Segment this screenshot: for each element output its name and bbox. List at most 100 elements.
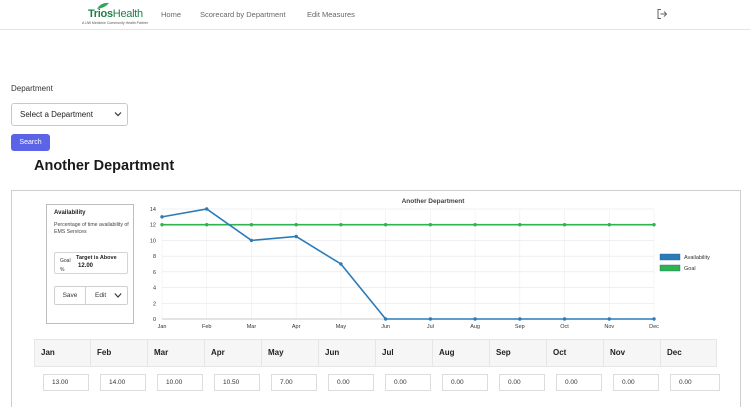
chart-x-ticks: Jan Feb Mar Apr May Jun Jul Aug Sep Oct Nov Dec xyxy=(158,324,660,330)
y-tick-label: 2 xyxy=(153,301,156,307)
measure-card: Availability Percentage of time availabi… xyxy=(46,204,134,324)
month-value-input-aug[interactable]: 0.00 xyxy=(442,374,488,391)
data-point-goal xyxy=(205,223,209,227)
month-header-may: May xyxy=(262,339,319,367)
department-select[interactable]: Select a Department xyxy=(11,103,128,126)
month-value-input-jul[interactable]: 0.00 xyxy=(385,374,431,391)
month-value-input-dec[interactable]: 0.00 xyxy=(670,374,720,391)
department-title: Another Department xyxy=(34,158,175,174)
y-tick-label: 6 xyxy=(153,270,156,276)
data-point-goal xyxy=(473,223,477,227)
month-header-jul: Jul xyxy=(376,339,433,367)
data-point-availability xyxy=(294,234,298,239)
measure-description: Percentage of time availability of EMS S… xyxy=(54,222,129,235)
data-point-goal xyxy=(652,223,656,227)
legend-swatch-goal xyxy=(659,264,681,272)
month-header-feb: Feb xyxy=(91,339,148,367)
x-tick-label: Mar xyxy=(247,324,257,330)
data-point-goal xyxy=(249,223,254,227)
month-value-input-apr[interactable]: 10.50 xyxy=(214,374,260,391)
measure-title: Availability xyxy=(54,210,86,216)
month-header-aug: Aug xyxy=(433,339,490,367)
x-tick-label: Oct xyxy=(560,324,569,330)
month-value-input-jan[interactable]: 13.00 xyxy=(43,374,89,391)
data-point-availability xyxy=(562,317,567,321)
trios-health-logo[interactable]: TriosHealth A UW Medicine Community Heal… xyxy=(82,2,152,28)
measure-actions: Save Edit xyxy=(54,286,128,305)
data-point-goal xyxy=(428,223,433,227)
chart-title: Another Department xyxy=(402,198,466,205)
y-tick-label: 10 xyxy=(150,238,156,244)
x-tick-label: Apr xyxy=(292,324,301,330)
logo-health: Health xyxy=(112,8,143,20)
data-point-goal xyxy=(339,223,343,227)
data-point-goal xyxy=(607,223,611,227)
month-header-apr: Apr xyxy=(205,339,262,367)
month-value-input-may[interactable]: 7.00 xyxy=(271,374,317,391)
goal-target: Target is Above xyxy=(76,255,117,261)
edit-label: Edit xyxy=(95,292,107,299)
month-header-jun: Jun xyxy=(319,339,376,367)
availability-line-chart: Another Department 0 2 4 6 8 10 12 14 Jan Feb Mar… xyxy=(150,198,710,330)
department-select-value: Select a Department xyxy=(20,110,93,119)
save-button[interactable]: Save xyxy=(55,287,86,304)
nav-home[interactable]: Home xyxy=(161,10,181,19)
data-point-availability xyxy=(383,317,388,321)
logout-icon[interactable] xyxy=(656,8,668,20)
y-tick-label: 14 xyxy=(150,207,156,213)
x-tick-label: Dec xyxy=(649,324,659,330)
x-tick-label: Jun xyxy=(381,324,390,330)
x-tick-label: Sep xyxy=(515,324,525,330)
y-tick-label: 8 xyxy=(153,254,156,260)
month-value-input-sep[interactable]: 0.00 xyxy=(499,374,545,391)
legend-label-availability: Availability xyxy=(684,255,710,261)
month-header-nov: Nov xyxy=(604,339,661,367)
month-header-mar: Mar xyxy=(148,339,205,367)
y-tick-label: 12 xyxy=(150,223,156,229)
month-value-input-mar[interactable]: 10.00 xyxy=(157,374,203,391)
data-point-availability xyxy=(518,317,522,321)
y-tick-label: 0 xyxy=(153,317,156,323)
nav-edit-measures[interactable]: Edit Measures xyxy=(307,10,355,19)
data-point-goal xyxy=(562,223,567,227)
month-header-oct: Oct xyxy=(547,339,604,367)
data-point-availability xyxy=(652,317,656,321)
x-tick-label: Nov xyxy=(604,324,614,330)
data-point-availability xyxy=(249,238,254,243)
data-point-availability xyxy=(473,317,477,321)
month-header-jan: Jan xyxy=(34,339,91,367)
chevron-down-icon xyxy=(114,112,122,117)
chart-series xyxy=(160,207,656,321)
goal-box: Goal % Target is Above 12.00 xyxy=(54,252,128,274)
navbar: TriosHealth A UW Medicine Community Heal… xyxy=(0,0,750,30)
x-tick-label: Jan xyxy=(158,324,167,330)
goal-label: Goal % xyxy=(60,258,71,273)
chart-legend: Availability Goal xyxy=(659,253,710,272)
data-point-goal xyxy=(518,223,522,227)
x-tick-label: May xyxy=(336,324,347,330)
edit-dropdown-button[interactable]: Edit xyxy=(86,287,127,304)
logo-tagline: A UW Medicine Community Health Partner xyxy=(82,21,149,25)
x-tick-label: Feb xyxy=(202,324,211,330)
data-point-availability xyxy=(607,317,611,321)
month-header-sep: Sep xyxy=(490,339,547,367)
chart-y-ticks: 0 2 4 6 8 10 12 14 xyxy=(150,207,156,323)
legend-label-goal: Goal xyxy=(684,266,696,272)
data-point-goal xyxy=(294,223,298,227)
legend-swatch-availability xyxy=(659,253,681,261)
y-tick-label: 4 xyxy=(153,286,156,292)
month-value-input-oct[interactable]: 0.00 xyxy=(556,374,602,391)
month-value-input-jun[interactable]: 0.00 xyxy=(328,374,374,391)
data-point-goal xyxy=(383,223,388,227)
data-point-availability xyxy=(160,215,164,219)
nav-scorecard-by-department[interactable]: Scorecard by Department xyxy=(200,10,285,19)
logo-text: TriosHealth xyxy=(88,8,143,20)
chevron-down-icon xyxy=(114,293,122,298)
month-value-input-nov[interactable]: 0.00 xyxy=(613,374,659,391)
x-tick-label: Jul xyxy=(427,324,434,330)
month-value-input-feb[interactable]: 14.00 xyxy=(100,374,146,391)
data-point-availability xyxy=(428,317,433,321)
data-point-goal xyxy=(160,223,164,227)
month-header-dec: Dec xyxy=(661,339,717,367)
search-button[interactable]: Search xyxy=(11,134,50,151)
